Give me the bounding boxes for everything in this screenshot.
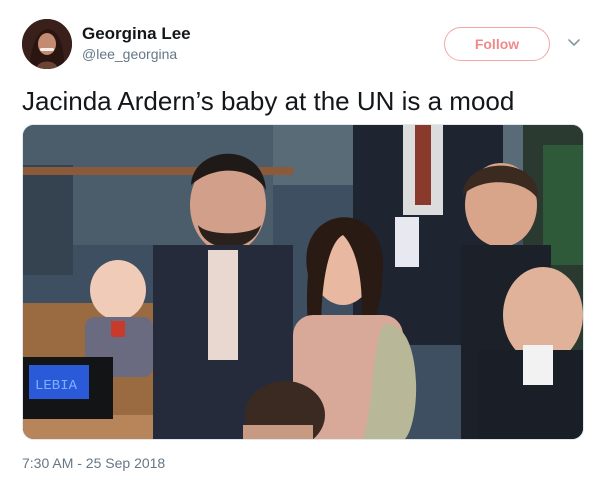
tweet-text: Jacinda Ardern’s baby at the UN is a moo… (22, 86, 515, 116)
avatar[interactable] (22, 19, 72, 69)
chevron-down-icon[interactable] (566, 34, 582, 50)
author-name[interactable]: Georgina Lee (82, 24, 191, 44)
tweet-photo[interactable]: LEBIA (22, 124, 584, 440)
avatar-photo-icon (22, 19, 72, 69)
follow-button[interactable]: Follow (444, 27, 550, 61)
tweet-card: Georgina Lee @lee_georgina Follow Jacind… (0, 0, 610, 478)
author-handle[interactable]: @lee_georgina (82, 46, 177, 62)
tweet-timestamp[interactable]: 7:30 AM - 25 Sep 2018 (22, 455, 165, 471)
un-assembly-photo-icon: LEBIA (23, 125, 583, 439)
desk-display-text: LEBIA (35, 378, 78, 394)
